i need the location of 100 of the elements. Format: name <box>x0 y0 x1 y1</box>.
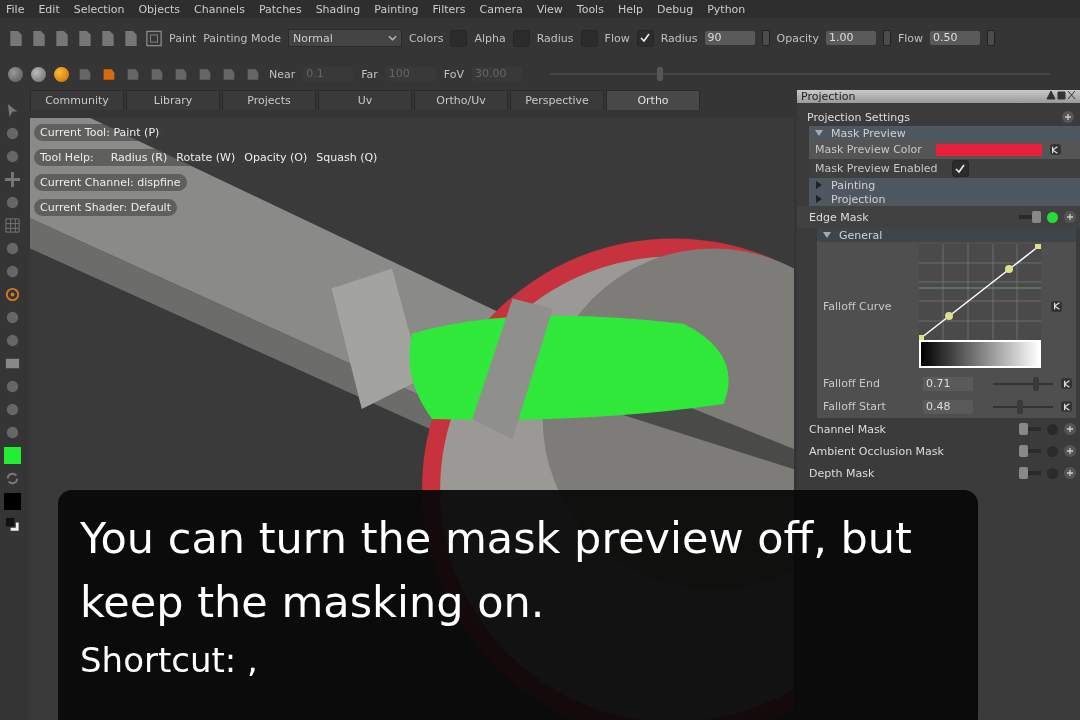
field-label: Radius <box>660 31 698 45</box>
target-icon[interactable] <box>146 29 162 47</box>
slider[interactable] <box>993 399 1053 414</box>
add-icon[interactable] <box>1064 467 1076 479</box>
menu-item[interactable]: Python <box>707 2 746 16</box>
menu-item[interactable]: Shading <box>315 2 361 16</box>
toggle-switch[interactable] <box>1019 445 1041 457</box>
slider-handle[interactable] <box>987 30 995 46</box>
toggle-switch[interactable] <box>1019 211 1041 223</box>
menu-item[interactable]: Selection <box>73 2 125 16</box>
menu-item[interactable]: Help <box>617 2 643 16</box>
property-label: Falloff Curve <box>823 299 893 313</box>
color-swatch[interactable] <box>3 493 21 510</box>
color-field[interactable] <box>935 143 1042 156</box>
hud-text: Tool Help: <box>40 151 94 164</box>
group-title: General <box>839 228 883 242</box>
add-icon[interactable] <box>1064 211 1076 223</box>
curve-graph[interactable] <box>919 244 1041 340</box>
menu-item[interactable]: Camera <box>479 2 523 16</box>
move-icon[interactable] <box>3 171 21 188</box>
keyframe-icon[interactable] <box>1049 144 1061 155</box>
window-controls-icon[interactable] <box>1046 90 1076 103</box>
toggle-switch[interactable] <box>1019 423 1041 435</box>
toggle-label: Flow <box>604 31 630 45</box>
expand-icon <box>823 231 831 239</box>
number-field[interactable]: 0.48 <box>923 399 973 414</box>
tab[interactable]: Community <box>30 90 124 110</box>
slider-handle[interactable] <box>761 30 770 46</box>
document-icon[interactable] <box>123 29 139 47</box>
section-title: Projection Settings <box>807 110 910 124</box>
slider[interactable] <box>993 376 1053 391</box>
add-icon[interactable] <box>1062 111 1074 123</box>
slider[interactable] <box>550 67 1051 81</box>
number-field[interactable]: 0.50 <box>930 31 980 45</box>
sphere-icon[interactable] <box>31 66 46 82</box>
reset-colors-icon[interactable] <box>3 516 21 533</box>
shortcut-hint: Squash (Q) <box>316 151 378 164</box>
paint-label: Paint <box>169 31 197 45</box>
tool-icon[interactable] <box>3 286 21 303</box>
document-icon[interactable] <box>77 29 93 47</box>
checkbox[interactable] <box>951 160 969 177</box>
group-header[interactable]: Projection <box>809 192 1080 206</box>
document-icon[interactable] <box>8 29 24 47</box>
property-label: Falloff Start <box>823 400 887 413</box>
group-title: Mask Preview <box>831 126 906 140</box>
group-header[interactable]: Painting <box>809 178 1080 192</box>
keyframe-icon[interactable] <box>1061 401 1072 412</box>
mask-header[interactable]: Ambient Occlusion Mask <box>797 440 1080 462</box>
mask-title: Ambient Occlusion Mask <box>809 444 945 458</box>
section-header[interactable]: Projection Settings <box>807 108 1080 126</box>
toggle-label: Radius <box>536 31 574 45</box>
tab[interactable]: Ortho/Uv <box>414 90 508 110</box>
number-field[interactable]: 1.00 <box>825 31 876 45</box>
group-header[interactable]: General <box>817 228 1076 242</box>
field-label: Flow <box>897 31 923 45</box>
grid-icon[interactable] <box>3 217 21 234</box>
mask-header[interactable]: Depth Mask <box>797 462 1080 484</box>
toggle-label: Colors <box>408 31 444 45</box>
tab[interactable]: Uv <box>318 90 412 110</box>
status-dot <box>1047 211 1058 223</box>
tab[interactable]: Library <box>126 90 220 110</box>
menu-item[interactable]: Tools <box>576 2 604 16</box>
sphere-icon[interactable] <box>54 66 69 82</box>
tab[interactable]: Ortho <box>606 90 700 110</box>
menu-item[interactable]: Channels <box>194 2 245 16</box>
checkbox[interactable] <box>636 29 654 47</box>
keyframe-icon[interactable] <box>1061 378 1072 389</box>
menu-item[interactable]: View <box>536 2 563 16</box>
add-icon[interactable] <box>1064 445 1076 457</box>
menu-item[interactable]: Debug <box>657 2 694 16</box>
add-icon[interactable] <box>1064 423 1076 435</box>
property-label: Mask Preview Enabled <box>815 162 938 175</box>
mask-header[interactable]: Edge Mask <box>797 206 1080 228</box>
mask-header[interactable]: Channel Mask <box>797 418 1080 440</box>
menu-item[interactable]: Objects <box>138 2 180 16</box>
menu-item[interactable]: Filters <box>432 2 466 16</box>
field-label: Far <box>361 67 378 81</box>
number-field[interactable]: 90 <box>704 31 755 45</box>
number-field[interactable]: 0.71 <box>923 376 973 391</box>
menu-item[interactable]: Patches <box>258 2 302 16</box>
toggle-switch[interactable] <box>1019 467 1041 479</box>
expand-icon <box>815 129 823 137</box>
caption-text: Shortcut: , <box>80 639 259 682</box>
document-icon[interactable] <box>31 29 47 47</box>
menu-item[interactable]: Edit <box>38 2 60 16</box>
painting-mode-dropdown[interactable]: Normal <box>287 29 402 47</box>
hud-text: Current Shader: Default <box>34 199 177 216</box>
caption-text: You can turn the mask preview off, but <box>80 512 913 565</box>
tab[interactable]: Perspective <box>510 90 604 110</box>
group-header[interactable]: Mask Preview <box>809 126 1080 140</box>
document-icon[interactable] <box>100 29 116 47</box>
sphere-icon[interactable] <box>8 66 23 82</box>
document-icon[interactable] <box>54 29 70 47</box>
keyframe-icon[interactable] <box>1051 300 1062 312</box>
slider-handle[interactable] <box>882 30 891 46</box>
hud-text: Current Channel: dispfine <box>34 174 187 191</box>
menu-item[interactable]: Painting <box>374 2 419 16</box>
menu-item[interactable]: File <box>6 2 25 16</box>
color-swatch[interactable] <box>3 447 21 464</box>
tab[interactable]: Projects <box>222 90 316 110</box>
